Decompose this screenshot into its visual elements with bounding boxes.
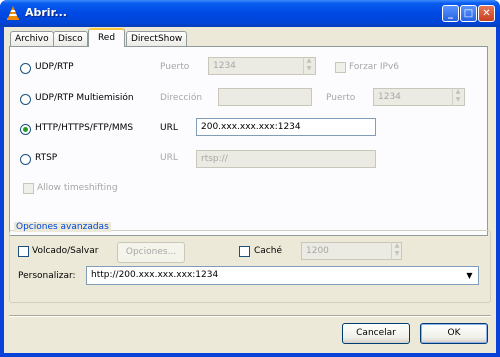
tab-red[interactable]: Red [88,28,125,47]
http-url-field[interactable]: 200.xxx.xxx.xxx:1234 [196,118,376,136]
ipv6-checkbox[interactable] [335,62,346,73]
rtsp-radio[interactable] [20,154,31,165]
options-button[interactable]: Opciones... [117,242,185,263]
rtsp-url-field[interactable]: rtsp:// [196,150,376,168]
customize-value: http://200.xxx.xxx.xxx:1234 [91,270,219,280]
udp-radio[interactable] [20,63,31,74]
dropdown-arrow-icon[interactable]: ▼ [462,268,477,283]
vlc-cone-icon [7,6,19,20]
close-button[interactable]: ✕ [478,5,495,22]
http-radio[interactable] [20,124,31,135]
radio-selected-dot [23,127,28,132]
dump-checkbox[interactable] [18,246,29,257]
customize-label: Personalizar: [18,271,76,281]
separator [9,315,491,317]
dump-label: Volcado/Salvar [32,246,99,256]
dialog-client-area: Archivo Disco Red DirectShow UDP/RTP Pue… [4,27,496,353]
timeshift-checkbox[interactable] [23,183,34,194]
udp-port-label: Puerto [160,62,190,72]
address-label: Dirección [160,93,203,103]
tab-disco[interactable]: Disco [53,31,88,46]
minimize-button[interactable]: _ [442,5,459,22]
http-url-label: URL [160,123,178,133]
ok-button[interactable]: OK [420,323,488,344]
cache-label: Caché [254,246,282,256]
udp-label: UDP/RTP [35,62,74,72]
cache-field[interactable]: 1200 [301,242,402,260]
address-field[interactable] [218,88,312,106]
cancel-button[interactable]: Cancelar [342,323,410,344]
dialog-window: Abrir... _ □ ✕ Archivo Disco Red DirectS… [0,0,500,357]
udp-port-field[interactable]: 1234 [208,57,316,75]
rtsp-label: RTSP [35,153,58,163]
multicast-port-label: Puerto [326,93,356,103]
maximize-button[interactable]: □ [460,5,477,22]
title-bar[interactable]: Abrir... _ □ ✕ [0,0,500,27]
rtsp-url-label: URL [160,153,178,163]
tab-directshow[interactable]: DirectShow [126,31,188,46]
cache-spinner[interactable]: ▲ ▼ [391,242,402,260]
udp-port-spinner[interactable]: ▲ ▼ [303,57,314,75]
window-title: Abrir... [25,6,67,19]
customize-combo[interactable]: http://200.xxx.xxx.xxx:1234 ▼ [86,266,479,285]
tab-archivo[interactable]: Archivo [10,31,54,46]
udp-multicast-radio[interactable] [20,94,31,105]
advanced-options-title: Opciones avanzadas [14,222,111,232]
http-label: HTTP/HTTPS/FTP/MMS [35,123,134,133]
timeshift-label: Allow timeshifting [37,183,118,193]
cache-checkbox[interactable] [239,246,250,257]
ipv6-label: Forzar IPv6 [349,62,399,72]
udp-multicast-label: UDP/RTP Multiemisión [35,93,134,103]
multicast-port-spinner[interactable]: ▲ ▼ [452,88,463,106]
